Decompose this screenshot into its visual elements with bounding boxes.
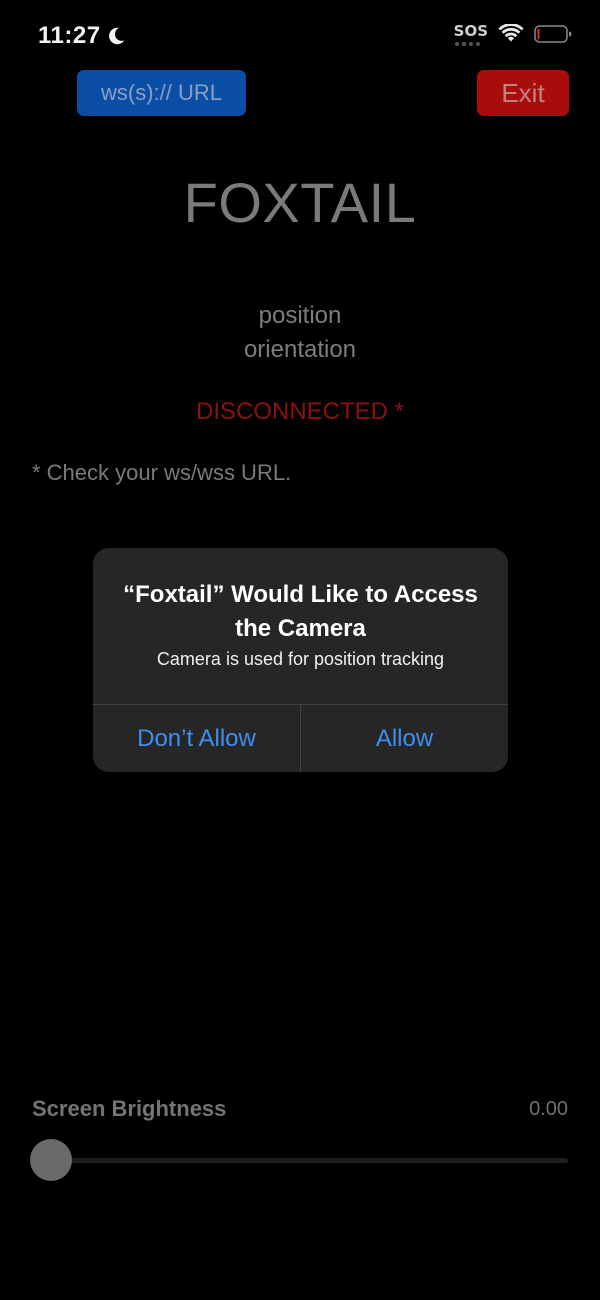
slider-thumb[interactable] bbox=[30, 1139, 72, 1181]
exit-button[interactable]: Exit bbox=[477, 70, 569, 116]
brightness-slider[interactable] bbox=[30, 1138, 568, 1182]
url-button[interactable]: ws(s):// URL bbox=[77, 70, 246, 116]
allow-button[interactable]: Allow bbox=[301, 705, 508, 772]
alert-title: “Foxtail” Would Like to Access the Camer… bbox=[123, 581, 478, 642]
signal-dots bbox=[454, 41, 480, 46]
slider-track[interactable] bbox=[32, 1158, 568, 1163]
clock-label: 11:27 bbox=[38, 22, 101, 49]
dont-allow-button[interactable]: Don’t Allow bbox=[93, 705, 300, 772]
status-time: 11:27 bbox=[38, 22, 127, 50]
sos-label: SOS bbox=[453, 21, 488, 40]
position-label: position bbox=[258, 302, 342, 329]
wifi-icon bbox=[498, 24, 524, 42]
brightness-value: 0.00 bbox=[529, 1098, 568, 1120]
url-hint: * Check your ws/wss URL. bbox=[32, 460, 292, 485]
camera-permission-alert: “Foxtail” Would Like to Access the Camer… bbox=[93, 548, 508, 772]
moon-icon bbox=[108, 27, 124, 45]
connection-status: DISCONNECTED * bbox=[195, 398, 405, 425]
status-indicators: SOS bbox=[453, 21, 572, 46]
brightness-label: Screen Brightness bbox=[32, 1096, 227, 1121]
sos-indicator: SOS bbox=[453, 21, 488, 46]
app-title: FOXTAIL bbox=[183, 171, 417, 234]
orientation-label: orientation bbox=[243, 336, 357, 363]
battery-icon bbox=[534, 25, 572, 43]
alert-message: Camera is used for position tracking bbox=[156, 649, 445, 669]
